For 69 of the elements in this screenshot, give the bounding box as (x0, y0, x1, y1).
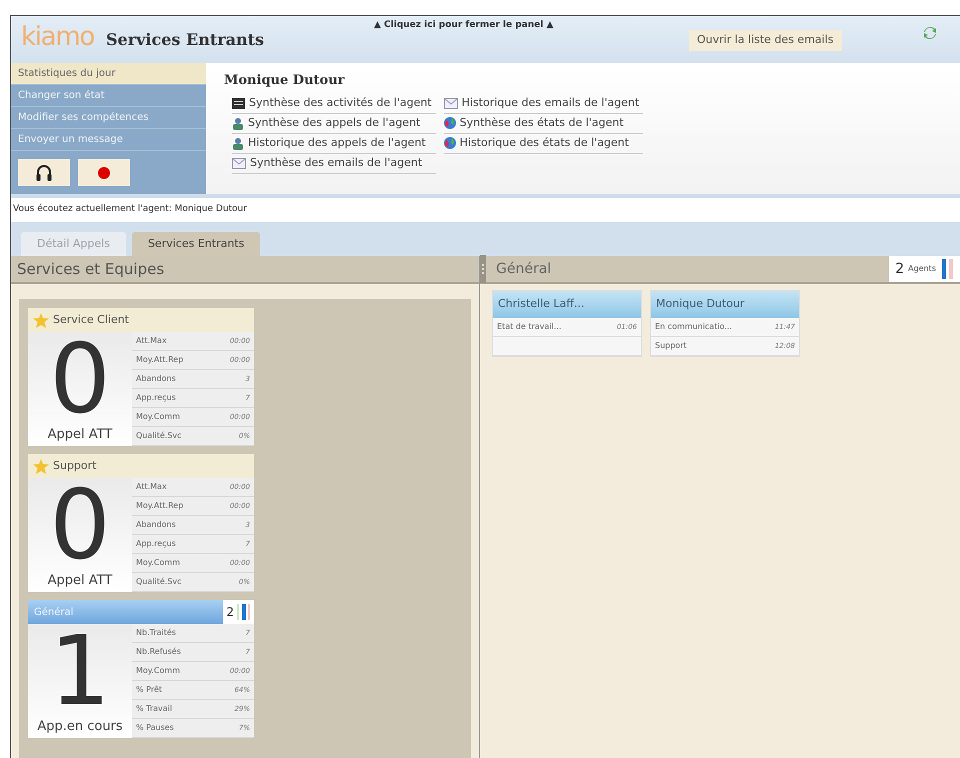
agent-card-name: Christelle Laff... (498, 296, 584, 312)
stat-label: App.reçus (136, 538, 176, 550)
headset-icon (36, 164, 52, 182)
report-icon (232, 98, 245, 108)
big-count: 0 (49, 478, 111, 570)
report-link[interactable]: Synthèse des activités de l'agent (232, 94, 436, 114)
stat-label: App.reçus (136, 392, 176, 404)
card-title: Général (33, 606, 74, 620)
stat-label: Moy.Comm (136, 665, 180, 677)
stat-label: Nb.Traités (136, 627, 176, 639)
status-text: Vous écoutez actuellement l'agent: Monique Dutour (13, 203, 247, 216)
stat-label: Moy.Comm (136, 411, 180, 423)
stat-label: Moy.Att.Rep (136, 354, 184, 366)
stat-label: Abandons (136, 519, 176, 531)
stat-label: % Pauses (136, 722, 174, 734)
headset-button[interactable] (18, 159, 70, 186)
agent-count: 2 (895, 260, 904, 278)
agent-state: Support (655, 340, 687, 352)
envelope-icon (232, 158, 246, 168)
agent-count-label: Agents (908, 263, 936, 275)
star-icon (33, 312, 49, 328)
count-caption: Appel ATT (48, 426, 112, 444)
stat-label: Att.Max (136, 335, 167, 347)
agent-state: Etat de travail... (497, 321, 562, 333)
stat-label: Moy.Att.Rep (136, 500, 184, 512)
agent-name: Monique Dutour (224, 72, 346, 90)
stat-label: Nb.Refusés (136, 646, 181, 658)
drag-handle-icon (480, 255, 486, 283)
app-title: Services Entrants (106, 29, 264, 51)
report-link[interactable]: Synthèse des états de l'agent (444, 114, 644, 134)
globe-icon (444, 117, 456, 129)
globe-icon (444, 137, 456, 149)
tab[interactable]: Services Entrants (132, 232, 260, 256)
agent-card-name: Monique Dutour (656, 296, 744, 312)
envelope-icon (444, 98, 458, 108)
star-icon (33, 458, 49, 474)
count-caption: App.en cours (37, 718, 123, 736)
report-link[interactable]: Historique des emails de l'agent (444, 94, 644, 114)
email-list-button[interactable]: Ouvrir la liste des emails (689, 30, 842, 50)
report-link[interactable]: Historique des états de l'agent (444, 134, 644, 154)
stat-label: Att.Max (136, 481, 167, 493)
person-icon (232, 116, 244, 130)
panel-title: Services et Equipes (17, 258, 164, 280)
logo: kiamo (21, 22, 94, 52)
record-button[interactable] (78, 159, 130, 186)
stat-label: Abandons (136, 373, 176, 385)
agent-count: 2 (226, 604, 234, 621)
close-panel-link[interactable]: ▲ Cliquez ici pour fermer le panel ▲ (374, 19, 554, 32)
stat-label: % Travail (136, 703, 172, 715)
refresh-icon (923, 26, 937, 40)
agent-state: En communicatio... (655, 321, 732, 333)
big-count: 0 (49, 332, 111, 424)
report-link[interactable]: Synthèse des emails de l'agent (232, 154, 436, 174)
panel-title: Général (495, 260, 552, 278)
stat-label: Qualité.Svc (136, 430, 182, 442)
stat-label: % Prêt (136, 684, 162, 696)
status-bars-icon (940, 259, 954, 279)
report-link[interactable]: Historique des appels de l'agent (232, 134, 436, 154)
person-icon (232, 136, 244, 150)
stat-label: Qualité.Svc (136, 576, 182, 588)
count-caption: Appel ATT (48, 572, 112, 590)
card-title: Service Client (53, 312, 129, 328)
record-icon (98, 166, 110, 178)
card-title: Support (53, 458, 96, 474)
stat-label: Moy.Comm (136, 557, 180, 569)
big-count: 1 (49, 624, 111, 716)
report-link[interactable]: Synthèse des appels de l'agent (232, 114, 436, 134)
status-bars-icon (237, 604, 251, 620)
sidebar-item[interactable]: Statistiques du jour (11, 63, 206, 85)
